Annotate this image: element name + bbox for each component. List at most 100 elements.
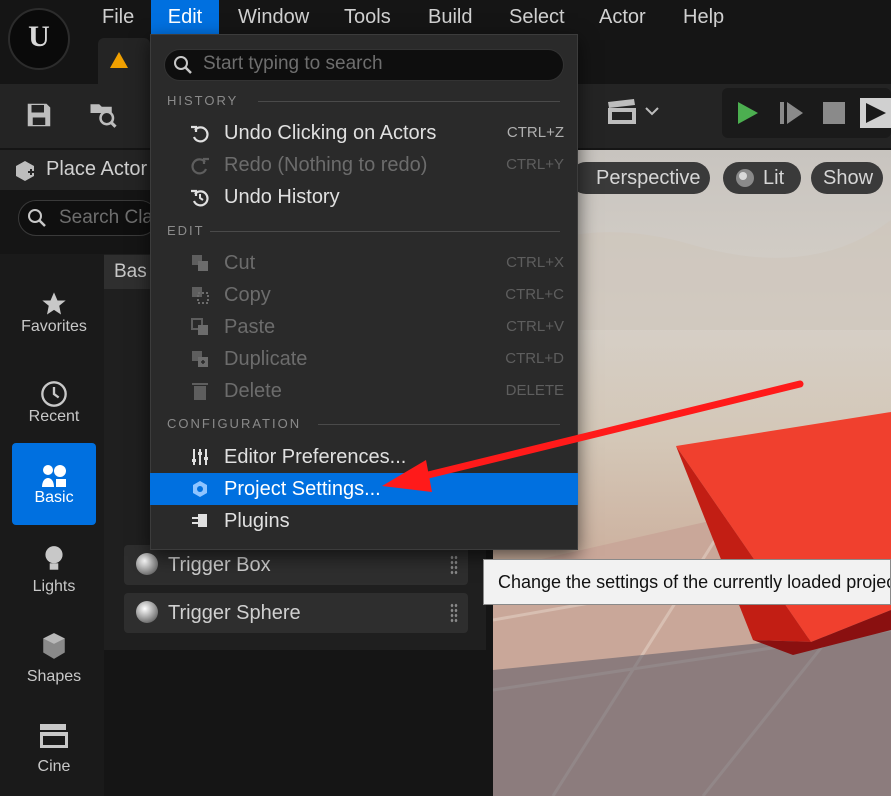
menu-cut: Cut CTRL+X — [150, 247, 578, 279]
configuration-section-header: CONFIGURATION — [167, 416, 302, 431]
menu-help[interactable]: Help — [673, 0, 734, 34]
play-icon[interactable] — [734, 100, 760, 126]
menu-undo-history[interactable]: Undo History — [150, 181, 578, 213]
menu-copy: Copy CTRL+C — [150, 279, 578, 311]
redo-icon — [191, 157, 209, 175]
duplicate-icon — [192, 351, 208, 367]
bulb-icon — [45, 546, 63, 570]
divider — [258, 101, 560, 102]
category-shapes[interactable]: Shapes — [12, 622, 96, 704]
menu-shortcut: CTRL+Z — [506, 124, 564, 141]
menu-edit[interactable]: Edit — [151, 0, 219, 34]
search-placeholder: Search Cla — [59, 207, 153, 228]
clapper-icon — [40, 724, 68, 748]
category-lights[interactable]: Lights — [12, 532, 96, 614]
menu-file[interactable]: File — [92, 0, 144, 34]
cube-icon — [43, 633, 65, 659]
basic-list-header: Bas — [104, 255, 154, 289]
show-button[interactable]: Show — [811, 162, 883, 194]
unreal-logo[interactable]: U — [8, 8, 70, 70]
menu-item-label: Editor Preferences... — [224, 446, 407, 468]
category-cine[interactable]: Cine — [12, 712, 96, 794]
menu-redo: Redo (Nothing to redo) CTRL+Y — [150, 149, 578, 181]
category-label: Lights — [32, 578, 76, 595]
actor-label: Trigger Box — [168, 554, 271, 576]
menu-delete: Delete DELETE — [150, 375, 578, 407]
menu-shortcut: CTRL+V — [506, 318, 564, 335]
menu-shortcut: CTRL+X — [506, 254, 564, 271]
drag-handle-icon[interactable] — [450, 603, 458, 623]
shapes-icon — [42, 465, 66, 487]
menu-actor[interactable]: Actor — [589, 0, 656, 34]
place-actors-header: Place Actor — [0, 150, 150, 190]
trigger-box-icon — [136, 553, 158, 575]
undo-history-icon — [191, 189, 209, 207]
menu-search-input[interactable]: Start typing to search — [164, 49, 564, 81]
menu-item-label: Undo History — [224, 186, 340, 208]
category-label: Basic — [34, 489, 74, 506]
browse-icon[interactable] — [88, 98, 118, 128]
clock-icon — [41, 381, 67, 407]
lit-sphere-icon — [736, 169, 754, 187]
level-tab[interactable] — [98, 38, 150, 84]
plug-icon — [192, 514, 207, 527]
menu-item-label: Duplicate — [224, 348, 308, 370]
search-icon — [28, 209, 46, 227]
step-icon[interactable] — [778, 100, 804, 126]
trigger-sphere-icon — [136, 601, 158, 623]
menu-plugins[interactable]: Plugins — [150, 505, 578, 537]
menu-shortcut: CTRL+Y — [506, 156, 564, 173]
trash-icon — [192, 383, 208, 400]
actor-trigger-box[interactable]: Trigger Box — [124, 545, 468, 585]
category-label: Favorites — [21, 318, 87, 335]
chevron-down-icon[interactable] — [645, 106, 659, 116]
menu-tools[interactable]: Tools — [334, 0, 401, 34]
place-actor-icon — [16, 161, 34, 181]
star-icon — [42, 292, 66, 315]
lit-label: Lit — [763, 167, 785, 189]
menu-window[interactable]: Window — [228, 0, 319, 34]
category-recent[interactable]: Recent — [12, 362, 96, 444]
menu-item-label: Paste — [224, 316, 276, 338]
class-search-input[interactable]: Search Cla — [18, 200, 158, 236]
history-section-header: HISTORY — [167, 93, 239, 108]
menu-item-label: Project Settings... — [224, 478, 381, 500]
show-label: Show — [823, 167, 874, 189]
stop-icon[interactable] — [822, 101, 846, 125]
menu-duplicate: Duplicate CTRL+D — [150, 343, 578, 375]
undo-icon — [191, 125, 209, 143]
category-label: Cine — [37, 758, 71, 775]
project-settings-icon — [193, 481, 207, 497]
eject-icon[interactable] — [860, 98, 891, 128]
menu-item-label: Cut — [224, 252, 256, 274]
menu-shortcut: CTRL+D — [505, 350, 564, 367]
menu-editor-preferences[interactable]: Editor Preferences... — [150, 441, 578, 473]
menu-undo[interactable]: Undo Clicking on Actors CTRL+Z — [150, 117, 578, 149]
panel-title: Place Actor — [46, 158, 148, 180]
menu-item-label: Copy — [224, 284, 271, 306]
lit-button[interactable]: Lit — [723, 162, 801, 194]
menu-item-label: Undo Clicking on Actors — [224, 122, 437, 144]
menu-project-settings[interactable]: Project Settings... — [150, 473, 578, 505]
sliders-icon — [192, 449, 208, 465]
perspective-label: Perspective — [596, 167, 701, 189]
warning-icon — [110, 52, 128, 68]
category-favorites[interactable]: Favorites — [12, 272, 96, 354]
menu-item-label: Redo (Nothing to redo) — [224, 154, 428, 176]
divider — [318, 424, 560, 425]
play-controls — [722, 88, 891, 138]
category-label: Shapes — [26, 668, 82, 685]
tooltip: Change the settings of the currently loa… — [483, 559, 891, 605]
save-icon[interactable] — [24, 100, 54, 130]
cinematics-icon[interactable] — [606, 98, 640, 128]
menu-select[interactable]: Select — [499, 0, 575, 34]
edit-section-header: EDIT — [167, 223, 205, 238]
actor-trigger-sphere[interactable]: Trigger Sphere — [124, 593, 468, 633]
menu-search-placeholder: Start typing to search — [203, 53, 383, 74]
perspective-button[interactable]: Perspective — [570, 162, 710, 194]
search-icon — [174, 56, 192, 74]
category-basic[interactable]: Basic — [12, 443, 96, 525]
menu-build[interactable]: Build — [418, 0, 482, 34]
drag-handle-icon[interactable] — [450, 555, 458, 575]
menu-shortcut: CTRL+C — [505, 286, 564, 303]
